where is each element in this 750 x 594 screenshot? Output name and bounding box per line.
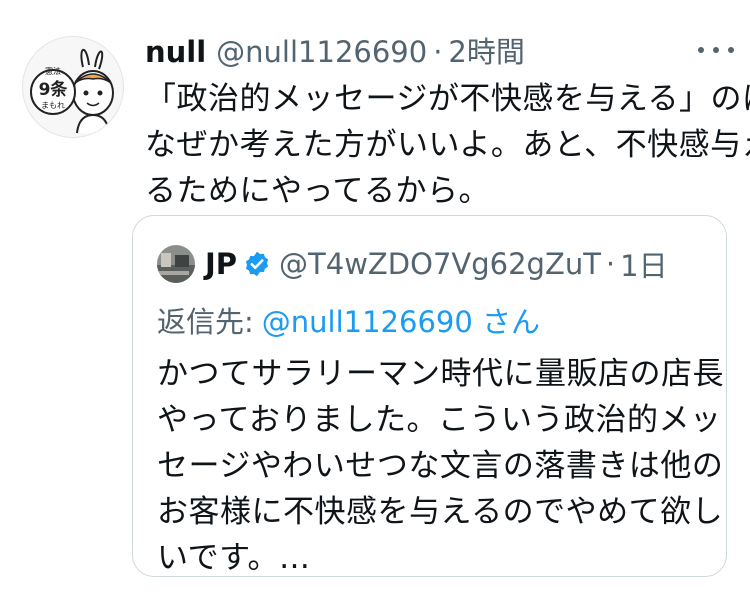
tweet-text: 「政治的メッセージが不快感を与える」のは なぜか考えた方がいいよ。あと、不快感与…: [145, 76, 750, 214]
separator-dot: ·: [605, 247, 616, 281]
more-dot: [728, 47, 734, 53]
author-handle[interactable]: @null1126690: [216, 32, 427, 72]
quoted-tweet-header: JP @T4wZDO7Vg62gZuT · 1日: [157, 244, 668, 284]
tweet-text-line: なぜか考えた方がいいよ。あと、不快感与え: [145, 127, 750, 163]
avatar-text-1: 憲法: [45, 66, 61, 76]
reply-label: 返信先:: [157, 305, 254, 339]
quoted-text-line: いです。…: [157, 540, 311, 576]
quoted-author-name[interactable]: JP: [205, 247, 237, 281]
more-horizontal-icon[interactable]: [698, 40, 734, 60]
tweet-text-line: 「政治的メッセージが不快感を与える」のは: [145, 81, 750, 117]
verified-badge-icon: [245, 251, 269, 277]
quoted-avatar[interactable]: [157, 245, 195, 283]
more-dot: [713, 47, 719, 53]
avatar[interactable]: 憲法 9条 まもれ: [22, 36, 124, 138]
avatar-text-3: まもれ: [41, 101, 65, 110]
more-dot: [698, 47, 704, 53]
separator-dot: ·: [433, 35, 443, 69]
quoted-tweet[interactable]: JP @T4wZDO7Vg62gZuT · 1日 返信先: @null112669…: [132, 215, 727, 577]
quoted-text-line: お客様に不快感を与えるのでやめて欲し: [157, 494, 724, 530]
timestamp[interactable]: 2時間: [448, 32, 524, 72]
quoted-avatar-image: [157, 245, 195, 283]
tweet-text-line: るためにやってるから。: [145, 173, 490, 209]
quoted-text-line: セージやわいせつな文言の落書きは他の: [157, 448, 724, 484]
avatar-illustration: 憲法 9条 まもれ: [23, 37, 123, 137]
quoted-tweet-text: かつてサラリーマン時代に量販店の店長 やっておりました。こういう政治的メッ セー…: [157, 351, 724, 581]
reply-target-link[interactable]: @null1126690 さん: [262, 305, 540, 339]
author-name[interactable]: null: [145, 32, 206, 72]
avatar-text-2: 9条: [39, 79, 69, 100]
reply-to: 返信先: @null1126690 さん: [157, 300, 540, 344]
quoted-timestamp[interactable]: 1日: [620, 243, 667, 285]
quoted-text-line: かつてサラリーマン時代に量販店の店長: [157, 356, 724, 392]
quoted-text-line: やっておりました。こういう政治的メッ: [157, 402, 722, 438]
tweet-header: null @null1126690 · 2時間: [145, 32, 525, 72]
quoted-author-handle[interactable]: @T4wZDO7Vg62gZuT: [279, 247, 601, 281]
